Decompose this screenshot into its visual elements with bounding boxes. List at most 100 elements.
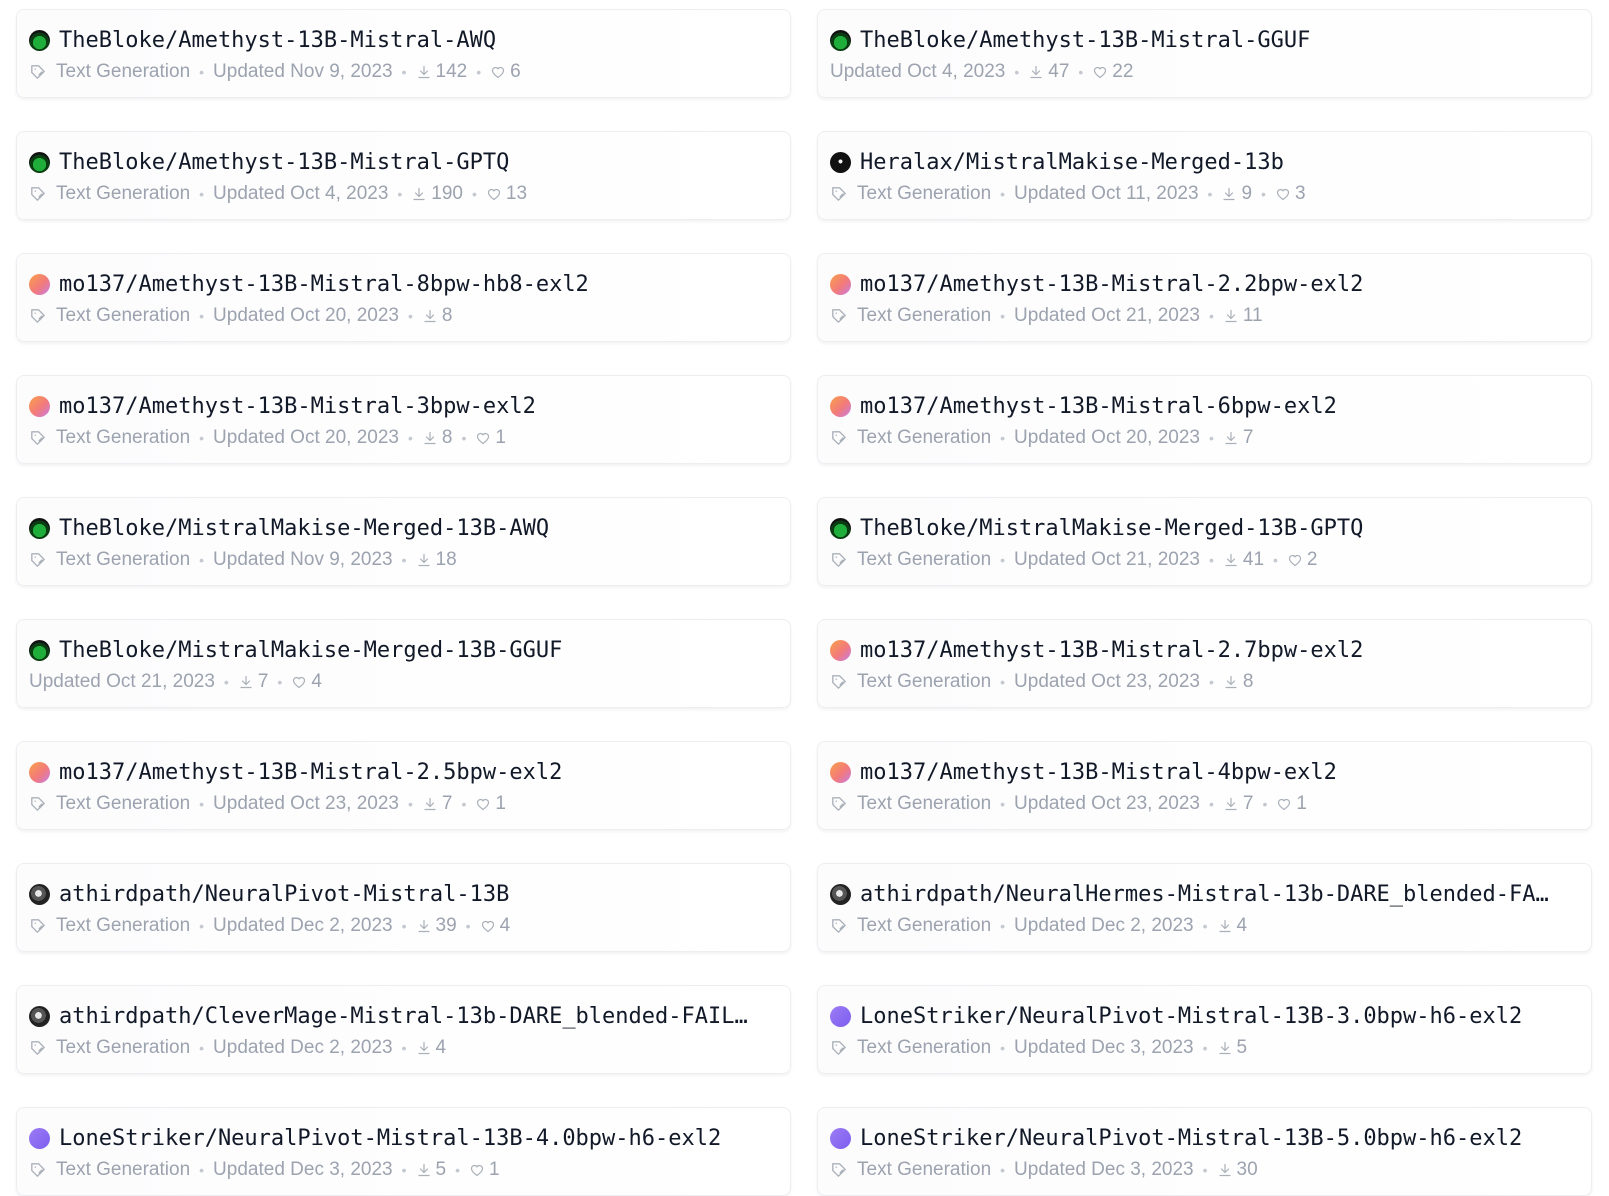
separator-dot: • — [1202, 918, 1208, 934]
task-icon — [832, 553, 846, 567]
heart-icon — [477, 432, 490, 445]
task-label: Text Generation — [56, 915, 191, 936]
download-icon — [1225, 431, 1237, 445]
separator-dot: • — [1000, 430, 1006, 446]
model-name[interactable]: TheBloke/Amethyst-13B-Mistral-GPTQ — [59, 150, 509, 175]
model-card[interactable]: mo137/Amethyst-13B-Mistral-2.7bpw-exl2 T… — [817, 619, 1592, 708]
task-label: Text Generation — [857, 1037, 992, 1058]
model-card[interactable]: mo137/Amethyst-13B-Mistral-3bpw-exl2 Tex… — [16, 375, 791, 464]
model-card[interactable]: Heralax/MistralMakise-Merged-13b Text Ge… — [817, 131, 1592, 220]
model-name[interactable]: LoneStriker/NeuralPivot-Mistral-13B-4.0b… — [59, 1126, 721, 1151]
model-name[interactable]: TheBloke/Amethyst-13B-Mistral-GGUF — [860, 28, 1310, 53]
separator-dot: • — [401, 1040, 407, 1056]
model-card[interactable]: mo137/Amethyst-13B-Mistral-2.2bpw-exl2 T… — [817, 253, 1592, 342]
model-name[interactable]: mo137/Amethyst-13B-Mistral-6bpw-exl2 — [860, 394, 1337, 419]
model-name[interactable]: athirdpath/CleverMage-Mistral-13b-DARE_b… — [59, 1004, 748, 1029]
download-icon — [424, 309, 436, 323]
model-card[interactable]: LoneStriker/NeuralPivot-Mistral-13B-5.0b… — [817, 1107, 1592, 1196]
separator-dot: • — [407, 308, 413, 324]
separator-dot: • — [401, 1162, 407, 1178]
author-avatar — [29, 151, 50, 173]
model-meta: Updated Oct 21, 2023 • 7 • 4 — [29, 669, 778, 695]
download-count: 47 — [1048, 61, 1070, 82]
model-meta: Text Generation • Updated Oct 20, 2023 • 7 — [830, 425, 1579, 451]
download-count: 7 — [1242, 427, 1254, 448]
model-meta: Text Generation • Updated Dec 3, 2023 • 5 — [830, 1035, 1579, 1061]
model-title-row: mo137/Amethyst-13B-Mistral-2.5bpw-exl2 — [29, 758, 778, 786]
model-card[interactable]: mo137/Amethyst-13B-Mistral-4bpw-exl2 Tex… — [817, 741, 1592, 830]
download-count: 30 — [1236, 1159, 1258, 1180]
updated-date: Updated Oct 21, 2023 — [1014, 305, 1200, 326]
model-name[interactable]: LoneStriker/NeuralPivot-Mistral-13B-3.0b… — [860, 1004, 1522, 1029]
separator-dot: • — [199, 552, 205, 568]
model-meta: Text Generation • Updated Oct 23, 2023 • 7 • 1 — [29, 791, 778, 817]
model-name[interactable]: LoneStriker/NeuralPivot-Mistral-13B-5.0b… — [860, 1126, 1522, 1151]
task-label: Text Generation — [857, 305, 992, 326]
separator-dot: • — [1000, 674, 1006, 690]
download-icon — [1225, 553, 1237, 567]
model-card[interactable]: TheBloke/Amethyst-13B-Mistral-AWQ Text G… — [16, 9, 791, 98]
model-title-row: mo137/Amethyst-13B-Mistral-4bpw-exl2 — [830, 758, 1579, 786]
model-meta: Text Generation • Updated Oct 21, 2023 • 41 •… — [830, 547, 1579, 573]
model-meta: Text Generation • Updated Oct 4, 2023 • 190 •… — [29, 181, 778, 207]
like-count: 4 — [499, 915, 511, 936]
updated-date: Updated Oct 23, 2023 — [213, 793, 399, 814]
download-icon — [413, 187, 425, 201]
download-count: 41 — [1242, 549, 1265, 570]
model-card[interactable]: athirdpath/NeuralPivot-Mistral-13B Text … — [16, 863, 791, 952]
task-label: Text Generation — [56, 427, 191, 448]
download-count: 142 — [435, 61, 468, 82]
model-meta: Text Generation • Updated Nov 9, 2023 • 18 — [29, 547, 778, 573]
separator-dot: • — [407, 796, 413, 812]
model-name[interactable]: athirdpath/NeuralHermes-Mistral-13b-DARE… — [860, 882, 1549, 907]
model-name[interactable]: mo137/Amethyst-13B-Mistral-2.2bpw-exl2 — [860, 272, 1363, 297]
model-name[interactable]: Heralax/MistralMakise-Merged-13b — [860, 150, 1284, 175]
model-meta: Text Generation • Updated Oct 23, 2023 • 7 • 1 — [830, 791, 1579, 817]
separator-dot: • — [1000, 186, 1006, 202]
model-card[interactable]: mo137/Amethyst-13B-Mistral-2.5bpw-exl2 T… — [16, 741, 791, 830]
author-avatar — [830, 1127, 851, 1149]
separator-dot: • — [223, 674, 229, 690]
model-name[interactable]: mo137/Amethyst-13B-Mistral-3bpw-exl2 — [59, 394, 536, 419]
model-card[interactable]: TheBloke/Amethyst-13B-Mistral-GPTQ Text … — [16, 131, 791, 220]
separator-dot: • — [1202, 1162, 1208, 1178]
model-name[interactable]: mo137/Amethyst-13B-Mistral-8bpw-hb8-exl2 — [59, 272, 589, 297]
updated-date: Updated Dec 2, 2023 — [1014, 915, 1194, 936]
model-name[interactable]: athirdpath/NeuralPivot-Mistral-13B — [59, 882, 509, 907]
updated-date: Updated Oct 21, 2023 — [29, 671, 215, 692]
model-card[interactable]: TheBloke/MistralMakise-Merged-13B-AWQ Te… — [16, 497, 791, 586]
task-icon — [31, 187, 45, 201]
model-card[interactable]: athirdpath/NeuralHermes-Mistral-13b-DARE… — [817, 863, 1592, 952]
updated-date: Updated Nov 9, 2023 — [213, 549, 393, 570]
separator-dot: • — [461, 430, 467, 446]
download-icon — [240, 675, 252, 689]
separator-dot: • — [1000, 796, 1006, 812]
download-icon — [1225, 675, 1237, 689]
model-title-row: TheBloke/MistralMakise-Merged-13B-GPTQ — [830, 514, 1579, 542]
model-card[interactable]: TheBloke/MistralMakise-Merged-13B-GPTQ T… — [817, 497, 1592, 586]
model-card[interactable]: mo137/Amethyst-13B-Mistral-8bpw-hb8-exl2… — [16, 253, 791, 342]
model-card[interactable]: TheBloke/Amethyst-13B-Mistral-GGUF Updat… — [817, 9, 1592, 98]
separator-dot: • — [401, 64, 407, 80]
model-name[interactable]: mo137/Amethyst-13B-Mistral-2.7bpw-exl2 — [860, 638, 1363, 663]
model-card[interactable]: TheBloke/MistralMakise-Merged-13B-GGUF U… — [16, 619, 791, 708]
task-label: Text Generation — [56, 549, 191, 570]
model-name[interactable]: mo137/Amethyst-13B-Mistral-2.5bpw-exl2 — [59, 760, 562, 785]
download-count: 8 — [441, 305, 453, 326]
separator-dot: • — [199, 64, 205, 80]
model-card[interactable]: LoneStriker/NeuralPivot-Mistral-13B-4.0b… — [16, 1107, 791, 1196]
model-name[interactable]: mo137/Amethyst-13B-Mistral-4bpw-exl2 — [860, 760, 1337, 785]
separator-dot: • — [1000, 1162, 1006, 1178]
model-name[interactable]: TheBloke/MistralMakise-Merged-13B-GGUF — [59, 638, 562, 663]
model-card[interactable]: athirdpath/CleverMage-Mistral-13b-DARE_b… — [16, 985, 791, 1074]
download-icon — [1218, 919, 1231, 933]
model-meta: Text Generation • Updated Dec 2, 2023 • 39 • 4 — [29, 913, 778, 939]
model-name[interactable]: TheBloke/MistralMakise-Merged-13B-AWQ — [59, 516, 549, 541]
updated-date: Updated Nov 9, 2023 — [213, 61, 393, 82]
model-name[interactable]: TheBloke/MistralMakise-Merged-13B-GPTQ — [860, 516, 1363, 541]
model-name[interactable]: TheBloke/Amethyst-13B-Mistral-AWQ — [59, 28, 496, 53]
updated-date: Updated Dec 3, 2023 — [213, 1159, 393, 1180]
like-count: 22 — [1112, 61, 1134, 82]
model-card[interactable]: mo137/Amethyst-13B-Mistral-6bpw-exl2 Tex… — [817, 375, 1592, 464]
model-card[interactable]: LoneStriker/NeuralPivot-Mistral-13B-3.0b… — [817, 985, 1592, 1074]
